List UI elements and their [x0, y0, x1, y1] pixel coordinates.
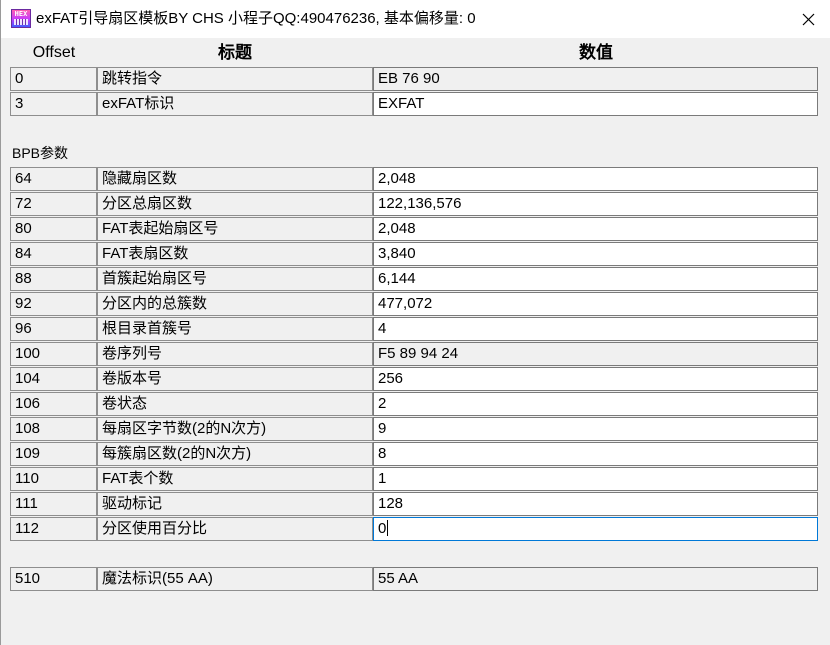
field-row: 108 每扇区字节数(2的N次方) 9 — [10, 417, 818, 441]
field-value-input[interactable]: 122,136,576 — [373, 192, 818, 216]
field-value: 55 AA — [373, 567, 818, 591]
field-title: 卷状态 — [97, 392, 373, 416]
field-value-input[interactable]: 8 — [373, 442, 818, 466]
field-value-input-active[interactable]: 0 — [373, 517, 818, 541]
field-row: 110 FAT表个数 1 — [10, 467, 818, 491]
field-value-input[interactable]: 477,072 — [373, 292, 818, 316]
field-title: FAT表扇区数 — [97, 242, 373, 266]
field-title: 卷版本号 — [97, 367, 373, 391]
field-row: 84 FAT表扇区数 3,840 — [10, 242, 818, 266]
field-value-input[interactable]: 4 — [373, 317, 818, 341]
field-row: 104 卷版本号 256 — [10, 367, 818, 391]
field-offset: 64 — [10, 167, 97, 191]
field-title: 根目录首簇号 — [97, 317, 373, 341]
field-offset: 106 — [10, 392, 97, 416]
field-value: EB 76 90 — [373, 67, 818, 91]
field-row: 64 隐藏扇区数 2,048 — [10, 167, 818, 191]
field-offset: 109 — [10, 442, 97, 466]
field-value-input[interactable]: 2,048 — [373, 217, 818, 241]
field-row: 96 根目录首簇号 4 — [10, 317, 818, 341]
field-offset: 88 — [10, 267, 97, 291]
field-offset: 96 — [10, 317, 97, 341]
field-title: 跳转指令 — [97, 67, 373, 91]
field-offset: 104 — [10, 367, 97, 391]
field-value-input[interactable]: 6,144 — [373, 267, 818, 291]
field-row: 0 跳转指令 EB 76 90 — [10, 67, 818, 91]
field-title: FAT表起始扇区号 — [97, 217, 373, 241]
field-offset: 0 — [10, 67, 97, 91]
column-header-value: 数值 — [579, 43, 613, 62]
field-title: 分区使用百分比 — [97, 517, 373, 541]
field-title: 分区内的总簇数 — [97, 292, 373, 316]
field-title: 卷序列号 — [97, 342, 373, 366]
field-offset: 92 — [10, 292, 97, 316]
field-offset: 111 — [10, 492, 97, 516]
field-offset: 72 — [10, 192, 97, 216]
window-title: exFAT引导扇区模板BY CHS 小程子QQ:490476236, 基本偏移量… — [36, 10, 476, 27]
field-value-input[interactable]: 256 — [373, 367, 818, 391]
field-row: 88 首簇起始扇区号 6,144 — [10, 267, 818, 291]
field-value-input[interactable]: EXFAT — [373, 92, 818, 116]
field-title: 驱动标记 — [97, 492, 373, 516]
text-caret — [387, 520, 389, 536]
field-value-input[interactable]: 128 — [373, 492, 818, 516]
field-offset: 100 — [10, 342, 97, 366]
title-bar[interactable]: HEX exFAT引导扇区模板BY CHS 小程子QQ:490476236, 基… — [1, 0, 830, 38]
field-title: 魔法标识(55 AA) — [97, 567, 373, 591]
section-label-bpb: BPB参数 — [12, 145, 69, 161]
field-offset: 3 — [10, 92, 97, 116]
field-title: 每扇区字节数(2的N次方) — [97, 417, 373, 441]
field-row: 100 卷序列号 F5 89 94 24 — [10, 342, 818, 366]
field-title: 隐藏扇区数 — [97, 167, 373, 191]
hex-app-icon: HEX — [11, 9, 31, 28]
template-window: HEX exFAT引导扇区模板BY CHS 小程子QQ:490476236, 基… — [0, 0, 830, 645]
field-row: 80 FAT表起始扇区号 2,048 — [10, 217, 818, 241]
field-value-input[interactable]: 2,048 — [373, 167, 818, 191]
field-row: 106 卷状态 2 — [10, 392, 818, 416]
field-row: 92 分区内的总簇数 477,072 — [10, 292, 818, 316]
field-title: 每簇扇区数(2的N次方) — [97, 442, 373, 466]
field-title: exFAT标识 — [97, 92, 373, 116]
field-value: F5 89 94 24 — [373, 342, 818, 366]
field-value-input[interactable]: 2 — [373, 392, 818, 416]
field-title: FAT表个数 — [97, 467, 373, 491]
field-row: 109 每簇扇区数(2的N次方) 8 — [10, 442, 818, 466]
field-value-input[interactable]: 3,840 — [373, 242, 818, 266]
close-button[interactable] — [786, 1, 830, 37]
field-value-text: 0 — [378, 520, 387, 537]
field-row: 3 exFAT标识 EXFAT — [10, 92, 818, 116]
close-icon — [802, 13, 814, 25]
field-offset: 112 — [10, 517, 97, 541]
column-header-offset: Offset — [32, 44, 76, 61]
field-row: 72 分区总扇区数 122,136,576 — [10, 192, 818, 216]
field-title: 分区总扇区数 — [97, 192, 373, 216]
field-offset: 108 — [10, 417, 97, 441]
field-row: 111 驱动标记 128 — [10, 492, 818, 516]
field-offset: 110 — [10, 467, 97, 491]
field-value-input[interactable]: 1 — [373, 467, 818, 491]
field-title: 首簇起始扇区号 — [97, 267, 373, 291]
field-offset: 80 — [10, 217, 97, 241]
field-offset: 84 — [10, 242, 97, 266]
column-header-title: 标题 — [218, 43, 252, 62]
field-offset: 510 — [10, 567, 97, 591]
field-row: 112 分区使用百分比 0 — [10, 517, 818, 541]
field-value-input[interactable]: 9 — [373, 417, 818, 441]
field-row: 510 魔法标识(55 AA) 55 AA — [10, 567, 818, 591]
